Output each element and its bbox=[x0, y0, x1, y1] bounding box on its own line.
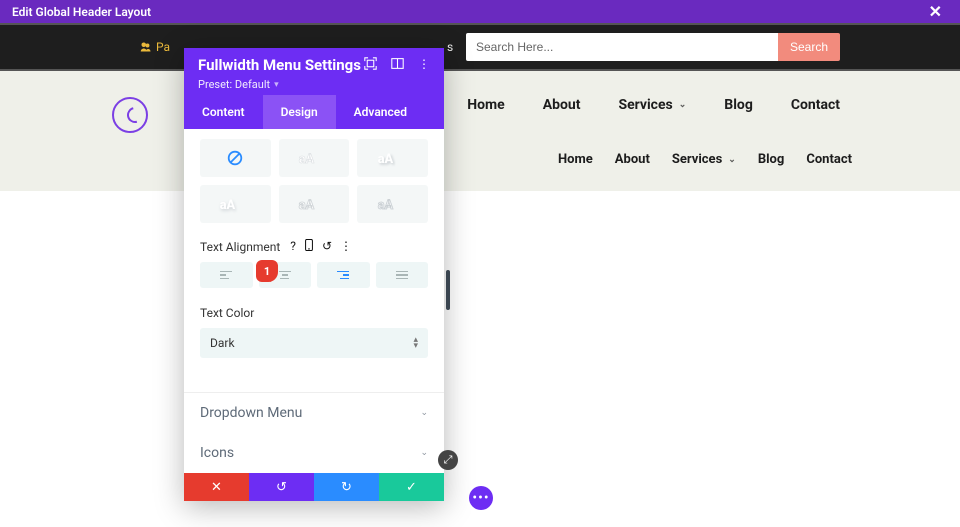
search-button[interactable]: Search bbox=[778, 33, 840, 61]
align-justify[interactable] bbox=[376, 262, 429, 288]
tab-design[interactable]: Design bbox=[263, 95, 336, 129]
svg-text:aA: aA bbox=[377, 198, 393, 213]
text-style-aa-2[interactable]: aA bbox=[279, 139, 350, 177]
undo-button[interactable]: ↺ bbox=[249, 473, 314, 501]
chevron-down-icon: ▾ bbox=[274, 80, 279, 90]
chevron-down-icon: ⌄ bbox=[420, 448, 428, 458]
accordion: Dropdown Menu ⌄ Icons ⌄ bbox=[184, 392, 444, 473]
panel-footer: ✕ ↺ ↻ ✓ bbox=[184, 473, 444, 501]
text-style-grid: aA aA aA aA aA bbox=[200, 139, 428, 223]
step-badge: 1 bbox=[256, 260, 278, 282]
nav1-home[interactable]: Home bbox=[467, 97, 504, 113]
select-arrows-icon: ▴▾ bbox=[413, 337, 418, 349]
text-style-aa-4[interactable]: aA bbox=[200, 185, 271, 223]
users-icon bbox=[140, 41, 152, 53]
nav1-services[interactable]: Services⌄ bbox=[618, 97, 686, 113]
panel-header[interactable]: Fullwidth Menu Settings ⋮ Preset: Defaul… bbox=[184, 48, 444, 95]
search-wrap: Search bbox=[466, 33, 840, 61]
text-style-aa-5[interactable]: aA bbox=[279, 185, 350, 223]
drag-handle-icon[interactable]: ⤢ bbox=[438, 450, 458, 470]
global-header-title: Edit Global Header Layout bbox=[12, 5, 151, 19]
nav2-contact[interactable]: Contact bbox=[806, 152, 852, 167]
menu-dots-icon[interactable]: ⋮ bbox=[418, 57, 430, 73]
text-style-aa-3[interactable]: aA bbox=[357, 139, 428, 177]
text-alignment-label: Text Alignment bbox=[200, 240, 280, 254]
text-color-select[interactable]: Dark ▴▾ bbox=[200, 328, 428, 358]
accordion-dropdown-menu[interactable]: Dropdown Menu ⌄ bbox=[184, 393, 444, 433]
help-icon[interactable]: ? bbox=[290, 239, 296, 254]
cancel-button[interactable]: ✕ bbox=[184, 473, 249, 501]
nav2-services[interactable]: Services⌄ bbox=[672, 152, 736, 167]
align-right[interactable] bbox=[317, 262, 370, 288]
more-dots-icon[interactable]: ⋮ bbox=[340, 239, 352, 254]
builder-toolbar: Pa s Search bbox=[0, 23, 960, 71]
secondary-menu: Home About Services⌄ Blog Contact bbox=[558, 152, 852, 167]
primary-menu: Home About Services⌄ Blog Contact bbox=[467, 97, 840, 113]
close-icon[interactable]: ✕ bbox=[923, 2, 948, 21]
text-alignment-options: 1 bbox=[200, 262, 428, 288]
svg-text:aA: aA bbox=[377, 152, 393, 167]
panel-body: aA aA aA aA aA Text Alignment ? ↺ ⋮ bbox=[184, 129, 444, 372]
panel-tabs: Content Design Advanced bbox=[184, 95, 444, 129]
text-color-value: Dark bbox=[210, 336, 235, 350]
nav1-contact[interactable]: Contact bbox=[791, 97, 840, 113]
text-style-none[interactable] bbox=[200, 139, 271, 177]
divi-logo-icon bbox=[112, 97, 148, 133]
save-button[interactable]: ✓ bbox=[379, 473, 444, 501]
site-header-preview: Home About Services⌄ Blog Contact Home A… bbox=[0, 71, 960, 191]
reset-icon[interactable]: ↺ bbox=[322, 239, 332, 254]
tab-content[interactable]: Content bbox=[184, 95, 263, 129]
scrollbar-thumb[interactable] bbox=[446, 270, 450, 310]
accordion-icons[interactable]: Icons ⌄ bbox=[184, 433, 444, 473]
nav2-blog[interactable]: Blog bbox=[758, 152, 785, 167]
nav2-about[interactable]: About bbox=[615, 152, 650, 167]
svg-text:aA: aA bbox=[299, 152, 315, 167]
chevron-down-icon: ⌄ bbox=[420, 408, 428, 418]
align-left[interactable] bbox=[200, 262, 253, 288]
chevron-down-icon: ⌄ bbox=[679, 100, 687, 110]
search-input[interactable] bbox=[466, 33, 778, 61]
text-style-aa-6[interactable]: aA bbox=[357, 185, 428, 223]
preset-selector[interactable]: Preset: Default ▾ bbox=[198, 78, 430, 91]
nav2-home[interactable]: Home bbox=[558, 152, 593, 167]
text-color-label: Text Color bbox=[200, 306, 428, 320]
text-alignment-row: Text Alignment ? ↺ ⋮ bbox=[200, 239, 428, 254]
svg-text:aA: aA bbox=[299, 198, 315, 213]
tab-advanced[interactable]: Advanced bbox=[336, 95, 425, 129]
svg-text:aA: aA bbox=[220, 198, 236, 213]
settings-panel: Fullwidth Menu Settings ⋮ Preset: Defaul… bbox=[184, 48, 444, 501]
phone-icon[interactable] bbox=[304, 239, 314, 254]
expand-icon[interactable] bbox=[364, 57, 377, 73]
panel-title: Fullwidth Menu Settings bbox=[198, 56, 361, 74]
chevron-down-icon: ⌄ bbox=[728, 155, 736, 165]
nav1-about[interactable]: About bbox=[543, 97, 581, 113]
redo-button[interactable]: ↻ bbox=[314, 473, 379, 501]
columns-icon[interactable] bbox=[391, 57, 404, 73]
cutoff-text: s bbox=[447, 40, 453, 54]
global-header-bar: Edit Global Header Layout ✕ bbox=[0, 0, 960, 23]
floating-menu-button[interactable]: ••• bbox=[469, 486, 493, 510]
pause-indicator: Pa bbox=[140, 40, 170, 54]
nav1-blog[interactable]: Blog bbox=[724, 97, 753, 113]
